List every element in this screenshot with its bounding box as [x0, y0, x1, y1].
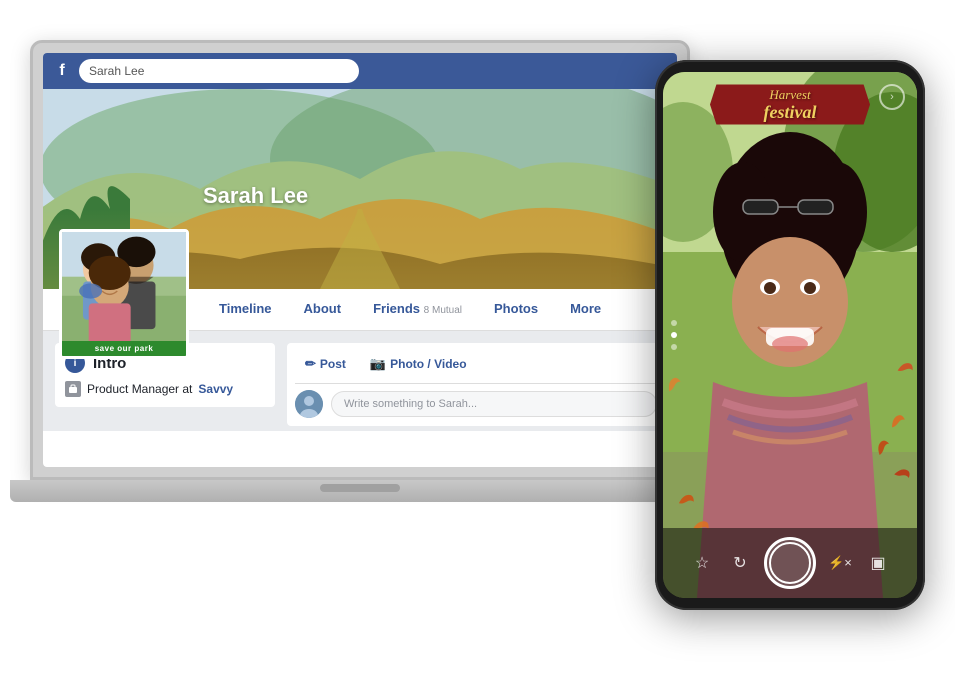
- friends-mutual-count: 8 Mutual: [424, 305, 462, 316]
- profile-pic-wrapper: save our park: [59, 229, 189, 359]
- profile-pic-background: [62, 232, 186, 356]
- family-photo-svg: [62, 232, 186, 356]
- laptop-screen: f Sarah Lee: [43, 53, 677, 467]
- save-our-park-badge: save our park: [62, 341, 186, 356]
- profile-name-on-cover: Sarah Lee: [203, 183, 308, 209]
- laptop-device: f Sarah Lee: [30, 40, 690, 620]
- camera-icon: 📷: [370, 356, 386, 372]
- next-button[interactable]: ›: [879, 84, 905, 110]
- scene: f Sarah Lee: [0, 0, 955, 680]
- post-creation-box: ✏ Post 📷 Photo / Video: [287, 343, 665, 426]
- shutter-button[interactable]: [764, 537, 816, 589]
- facebook-search-bar[interactable]: Sarah Lee: [79, 59, 359, 83]
- laptop-base: [10, 480, 710, 502]
- search-value: Sarah Lee: [89, 64, 144, 78]
- work-icon: [65, 381, 81, 397]
- nav-item-friends[interactable]: Friends 8 Mutual: [357, 289, 478, 330]
- post-button[interactable]: ✏ Post: [295, 351, 356, 377]
- phone-screen: Harvest festival ›: [663, 72, 917, 598]
- facebook-header: f Sarah Lee: [43, 53, 677, 89]
- gallery-icon: ▣: [870, 553, 885, 573]
- avatar-svg: [295, 390, 323, 418]
- harvest-subtitle-text: festival: [726, 103, 854, 123]
- post-input-row: Write something to Sarah...: [295, 390, 657, 418]
- filter-dots: [671, 320, 677, 350]
- flash-icon: ⚡×: [828, 555, 852, 571]
- star-effects-button[interactable]: ☆: [688, 549, 716, 577]
- pencil-icon: ✏: [305, 356, 316, 372]
- shutter-inner-ring: [769, 542, 811, 584]
- filter-dot-2-active[interactable]: [671, 332, 677, 338]
- profile-picture: save our park: [59, 229, 189, 359]
- star-icon: ☆: [695, 553, 709, 573]
- phone-device: Harvest festival ›: [655, 60, 925, 610]
- flip-camera-button[interactable]: ↻: [726, 549, 754, 577]
- job-info: Product Manager at Savvy: [65, 381, 265, 397]
- commenter-avatar: [295, 390, 323, 418]
- nav-item-about[interactable]: About: [288, 289, 358, 330]
- company-link[interactable]: Savvy: [198, 382, 233, 396]
- leaf-2-icon: [888, 412, 908, 429]
- laptop-screen-bezel: f Sarah Lee: [30, 40, 690, 480]
- camera-view: Harvest festival ›: [663, 72, 917, 598]
- nav-item-timeline[interactable]: Timeline: [203, 289, 288, 330]
- photo-video-button[interactable]: 📷 Photo / Video: [360, 351, 477, 377]
- flash-button[interactable]: ⚡×: [826, 549, 854, 577]
- post-actions: ✏ Post 📷 Photo / Video: [295, 351, 657, 384]
- filter-dot-3[interactable]: [671, 344, 677, 350]
- nav-item-more[interactable]: More: [554, 289, 617, 330]
- harvest-festival-banner: Harvest festival: [663, 72, 917, 137]
- nav-item-photos[interactable]: Photos: [478, 289, 554, 330]
- fb-main-content: ✏ Post 📷 Photo / Video: [287, 343, 665, 419]
- refresh-icon: ↻: [733, 553, 746, 573]
- gallery-button[interactable]: ▣: [864, 549, 892, 577]
- harvest-banner-background: Harvest festival: [710, 84, 870, 124]
- post-input-field[interactable]: Write something to Sarah...: [331, 391, 657, 417]
- filter-dot-1[interactable]: [671, 320, 677, 326]
- harvest-title-text: Harvest: [726, 88, 854, 102]
- phone-body: Harvest festival ›: [655, 60, 925, 610]
- facebook-logo-icon: f: [51, 60, 73, 82]
- camera-controls-bar: ☆ ↻ ⚡× ▣: [663, 528, 917, 598]
